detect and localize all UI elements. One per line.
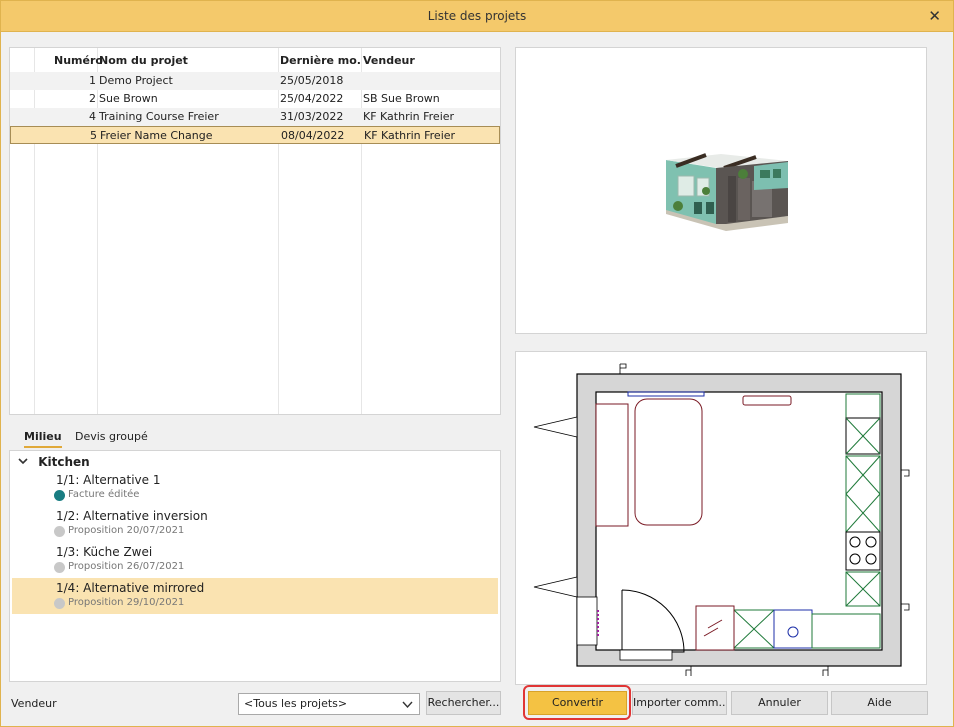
kitchen-3d-render: [666, 153, 788, 231]
window-title: Liste des projets: [427, 9, 527, 23]
table-row[interactable]: 2 Sue Brown 25/04/2022 SB Sue Brown: [10, 90, 500, 108]
row-date: 31/03/2022: [280, 110, 344, 123]
floor-plan-drawing: [533, 363, 910, 676]
table-row[interactable]: 4 Training Course Freier 31/03/2022 KF K…: [10, 108, 500, 126]
header-date[interactable]: Dernière mo...: [280, 50, 360, 72]
tab-devis-groupe[interactable]: Devis groupé: [75, 430, 148, 443]
alt-status: Proposition 29/10/2021: [68, 597, 185, 608]
help-button[interactable]: Aide: [831, 691, 928, 715]
row-num: 4: [89, 110, 96, 123]
row-vendor: SB Sue Brown: [363, 92, 440, 105]
chevron-down-icon[interactable]: [18, 456, 28, 466]
cancel-button[interactable]: Annuler: [731, 691, 828, 715]
preview-3d-pane: [515, 47, 927, 334]
convert-button[interactable]: Convertir: [528, 691, 627, 715]
row-date: 08/04/2022: [281, 129, 345, 142]
vendor-select-value: <Tous les projets>: [244, 697, 348, 710]
row-name: Sue Brown: [99, 92, 158, 105]
alt-title: 1/1: Alternative 1: [56, 473, 161, 487]
import-button[interactable]: Importer comm...: [632, 691, 727, 715]
row-date: 25/05/2018: [280, 74, 344, 87]
title-bar: Liste des projets ✕: [0, 0, 954, 32]
status-dot-icon: [54, 598, 65, 609]
alternatives-list: Kitchen 1/1: Alternative 1 Facture édité…: [9, 450, 501, 682]
header-name[interactable]: Nom du projet: [99, 50, 279, 72]
status-dot-icon: [54, 490, 65, 501]
list-item[interactable]: 1/3: Küche Zwei Proposition 26/07/2021: [12, 545, 498, 581]
row-num: 5: [90, 129, 97, 142]
row-vendor: KF Kathrin Freier: [363, 110, 455, 123]
row-name: Training Course Freier: [99, 110, 219, 123]
search-button[interactable]: Rechercher...: [426, 691, 501, 715]
vendor-select[interactable]: <Tous les projets>: [238, 693, 420, 715]
list-item[interactable]: 1/1: Alternative 1 Facture éditée: [12, 473, 498, 509]
tab-milieu[interactable]: Milieu: [24, 430, 62, 448]
alt-status: Facture éditée: [68, 489, 140, 500]
close-icon[interactable]: ✕: [928, 1, 941, 32]
header-vendor[interactable]: Vendeur: [363, 50, 498, 72]
vendeur-label: Vendeur: [11, 697, 57, 710]
status-dot-icon: [54, 562, 65, 573]
projects-table: Numéro Nom du projet Dernière mo... Vend…: [9, 47, 501, 415]
alt-status: Proposition 26/07/2021: [68, 561, 185, 572]
row-name: Freier Name Change: [100, 129, 213, 142]
row-num: 2: [89, 92, 96, 105]
list-item[interactable]: 1/2: Alternative inversion Proposition 2…: [12, 509, 498, 545]
floor-plan-pane: [515, 351, 927, 685]
row-num: 1: [89, 74, 96, 87]
row-name: Demo Project: [99, 74, 173, 87]
group-label: Kitchen: [38, 455, 90, 469]
alt-title: 1/3: Küche Zwei: [56, 545, 153, 559]
alt-status: Proposition 20/07/2021: [68, 525, 185, 536]
alt-title: 1/2: Alternative inversion: [56, 509, 208, 523]
table-header: Numéro Nom du projet Dernière mo... Vend…: [10, 50, 500, 72]
row-date: 25/04/2022: [280, 92, 344, 105]
status-dot-icon: [54, 526, 65, 537]
list-item-selected[interactable]: 1/4: Alternative mirrored Proposition 29…: [12, 578, 498, 614]
row-vendor: KF Kathrin Freier: [364, 129, 456, 142]
table-row-selected[interactable]: 5 Freier Name Change 08/04/2022 KF Kathr…: [10, 126, 500, 144]
table-row[interactable]: 1 Demo Project 25/05/2018: [10, 72, 500, 90]
alt-title: 1/4: Alternative mirrored: [56, 581, 205, 595]
chevron-down-icon: [402, 701, 413, 709]
tab-bar: Milieu Devis groupé: [9, 426, 501, 448]
group-header[interactable]: Kitchen: [18, 455, 90, 469]
